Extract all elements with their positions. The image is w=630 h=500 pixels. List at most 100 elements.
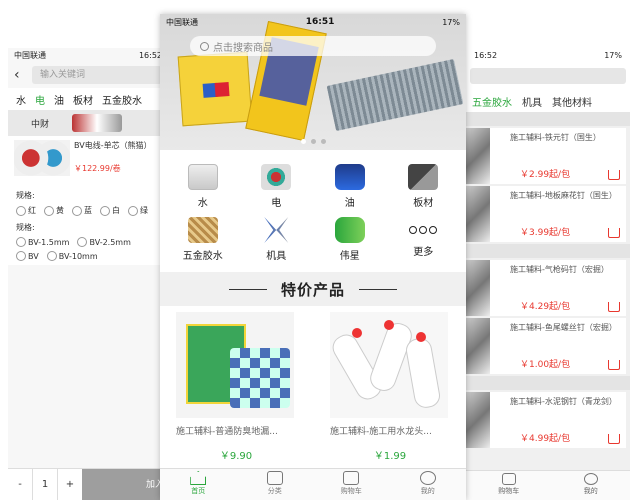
list-item[interactable]: 施工辅料-铁元钉（国生） ￥2.99起/包 — [466, 128, 626, 184]
category-weixing[interactable]: 伟星 — [313, 217, 387, 262]
color-option-red[interactable]: 红 — [16, 205, 36, 216]
product-card[interactable]: 施工辅料-施工用水龙头... ￥1.99 — [330, 312, 450, 462]
tab-hardware-glue[interactable]: 五金胶水 — [472, 94, 512, 109]
qty-plus-button[interactable]: + — [58, 469, 82, 500]
radio-icon — [128, 205, 138, 216]
color-options: 红 黄 蓝 白 绿 — [16, 205, 160, 216]
item-name: 施工辅料-鱼尾螺丝钉（宏掘） — [510, 323, 617, 332]
category-board[interactable]: 板材 — [387, 164, 461, 209]
status-bar: 中国联通 16:51 17% — [160, 14, 466, 30]
category-water[interactable]: 水 — [166, 164, 240, 209]
cart-icon[interactable] — [608, 302, 620, 312]
list-item[interactable]: 施工辅料-鱼尾螺丝钉（宏掘） ￥1.00起/包 — [466, 318, 626, 374]
radio-icon — [16, 251, 26, 261]
back-arrow-icon[interactable]: ‹ — [14, 67, 32, 83]
qty-minus-button[interactable]: - — [8, 469, 32, 500]
tab-home[interactable]: 首页 — [168, 469, 228, 500]
cart-icon[interactable] — [608, 228, 620, 238]
product-box — [177, 51, 253, 127]
search-input[interactable] — [470, 68, 626, 84]
carousel-dots — [160, 139, 466, 144]
size-option[interactable]: BV-10mm — [46, 251, 98, 261]
spec-options: 规格: 红 黄 蓝 白 绿 规格: BV-1.5mm BV-2.5mm BV B… — [8, 180, 168, 265]
carousel-dot[interactable] — [320, 139, 326, 144]
subcategory-thumb[interactable] — [72, 114, 122, 132]
tab-cart[interactable]: 购物车 — [321, 469, 381, 500]
radio-icon — [16, 205, 26, 216]
tab-tools[interactable]: 机具 — [522, 94, 542, 109]
section-header: 特价产品 — [160, 272, 466, 306]
banner-carousel[interactable]: 中国联通 16:51 17% 点击搜索商品 — [160, 14, 466, 150]
category-tools[interactable]: 机具 — [240, 217, 314, 262]
cart-icon — [343, 471, 360, 485]
tab-water[interactable]: 水 — [16, 92, 26, 107]
item-name: 施工辅料-气枪码钉（宏掘） — [510, 265, 609, 274]
tab-cart[interactable]: 购物车 — [498, 471, 519, 500]
product-image — [330, 312, 448, 418]
category-electric[interactable]: 电 — [240, 164, 314, 209]
divider — [228, 288, 267, 290]
color-option-yellow[interactable]: 黄 — [44, 205, 64, 216]
product-image — [176, 312, 294, 418]
size-option[interactable]: BV-2.5mm — [77, 237, 131, 247]
product-image — [466, 260, 490, 316]
search-placeholder: 点击搜索商品 — [213, 42, 273, 54]
tab-bar: 购物车 我的 — [466, 470, 630, 500]
list-item[interactable]: 施工辅料-地板麻花钉（国生） ￥3.99起/包 — [466, 186, 626, 242]
center-screen: 中国联通 16:51 17% 点击搜索商品 水 电 油 板材 五金胶水 机具 伟… — [160, 14, 466, 500]
cart-icon[interactable] — [608, 170, 620, 180]
item-name: 施工辅料-水泥钢钉（青龙剑） — [510, 397, 617, 406]
nav-bar: ‹ 输入关键词 — [8, 62, 168, 88]
list-item[interactable]: 施工辅料-气枪码钉（宏掘） ￥4.29起/包 — [466, 260, 626, 316]
radio-icon — [100, 205, 110, 216]
time-label: 16:51 — [305, 17, 335, 27]
item-name: 施工辅料-铁元钉（国生） — [510, 133, 601, 142]
color-option-blue[interactable]: 蓝 — [72, 205, 92, 216]
size-option[interactable]: BV-1.5mm — [16, 237, 69, 247]
product-list: 施工辅料-普通防臭地漏... ￥9.90 施工辅料-施工用水龙头... ￥1.9… — [160, 306, 466, 462]
item-price: ￥4.99起/包 — [520, 434, 571, 444]
add-to-cart-button[interactable]: 加入 — [82, 469, 168, 500]
radio-icon — [72, 205, 82, 216]
product-name: 施工辅料-普通防臭地漏... — [176, 427, 278, 437]
subcategory-item[interactable]: 中财 — [8, 116, 72, 130]
tab-category[interactable]: 分类 — [245, 469, 305, 500]
left-screen: 中国联通 16:52 ‹ 输入关键词 水 电 油 板材 五金胶水 中财 BV电线… — [8, 48, 168, 500]
color-option-green[interactable]: 绿 — [128, 205, 148, 216]
tab-profile[interactable]: 我的 — [398, 469, 458, 500]
divider — [466, 244, 630, 258]
product-name: BV电线-单芯（熊猫） — [74, 141, 152, 150]
tab-profile[interactable]: 我的 — [583, 471, 598, 500]
search-input[interactable]: 输入关键词 — [32, 66, 162, 84]
product-price: ￥9.90 — [219, 451, 253, 462]
product-summary: BV电线-单芯（熊猫） ￥122.99/卷 — [8, 136, 168, 180]
tab-other-materials[interactable]: 其他材料 — [552, 94, 592, 109]
section-title: 特价产品 — [280, 280, 345, 299]
tab-electric[interactable]: 电 — [35, 92, 45, 107]
product-image — [466, 128, 490, 184]
carousel-dot[interactable] — [300, 139, 306, 144]
tab-board[interactable]: 板材 — [73, 92, 93, 107]
category-oil[interactable]: 油 — [313, 164, 387, 209]
category-hardware-glue[interactable]: 五金胶水 — [166, 217, 240, 262]
list-item[interactable]: 施工辅料-水泥钢钉（青龙剑） ￥4.99起/包 — [466, 392, 626, 448]
tab-hardware-glue[interactable]: 五金胶水 — [102, 92, 142, 107]
qty-input[interactable]: 1 — [32, 469, 58, 500]
product-card[interactable]: 施工辅料-普通防臭地漏... ￥9.90 — [176, 312, 296, 462]
size-option[interactable]: BV — [16, 251, 39, 261]
search-input[interactable]: 点击搜索商品 — [190, 36, 436, 56]
more-icon — [387, 217, 461, 243]
color-option-white[interactable]: 白 — [100, 205, 120, 216]
category-more[interactable]: 更多 — [387, 217, 461, 262]
radio-icon — [77, 237, 88, 247]
tab-oil[interactable]: 油 — [54, 92, 64, 107]
cart-icon[interactable] — [608, 360, 620, 370]
tab-bar: 首页 分类 购物车 我的 — [160, 468, 466, 500]
cart-icon[interactable] — [608, 434, 620, 444]
battery-label: 17% — [604, 50, 622, 60]
product-image — [466, 392, 490, 448]
search-icon — [200, 41, 209, 51]
carousel-dot[interactable] — [310, 139, 316, 144]
board-icon — [408, 164, 439, 190]
category-tabs: 五金胶水 机具 其他材料 — [466, 90, 630, 112]
